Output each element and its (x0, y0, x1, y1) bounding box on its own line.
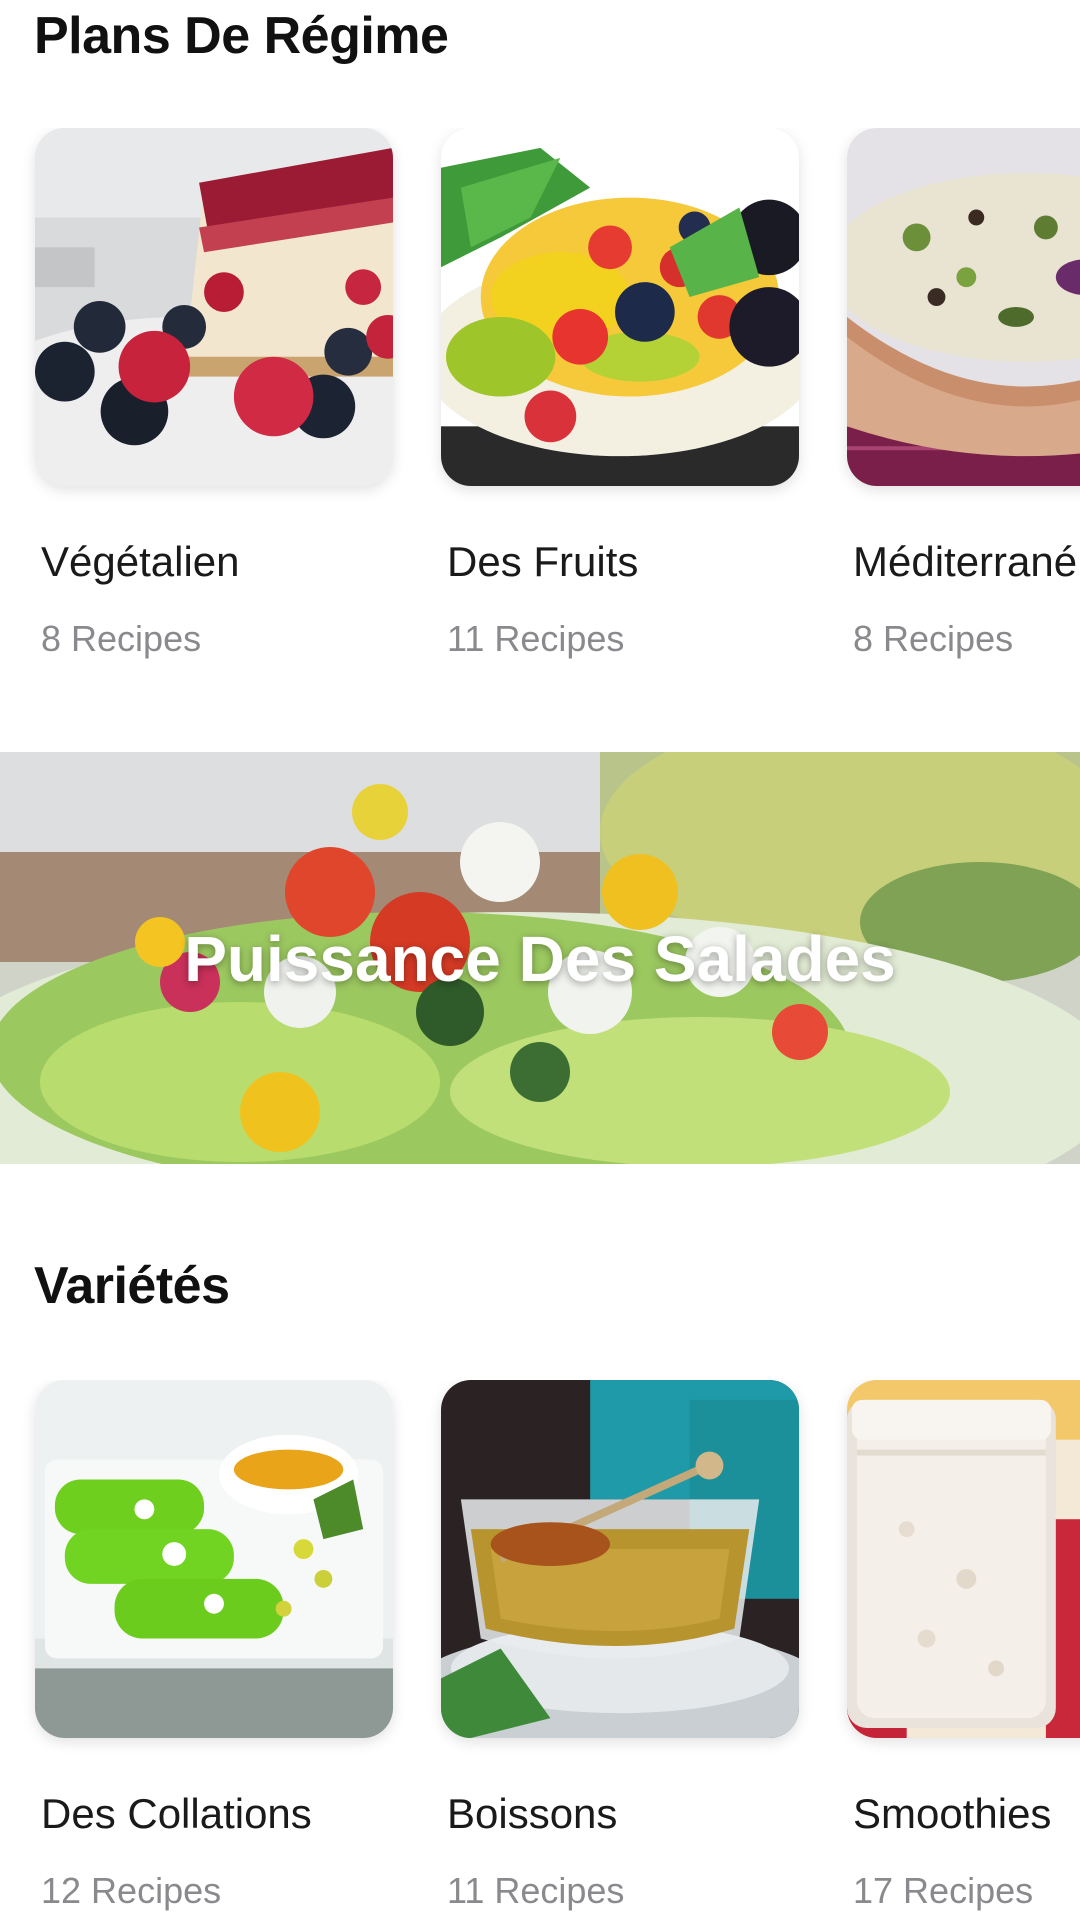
fruit-salad-photo (441, 128, 799, 486)
card-title: Des Fruits (447, 538, 639, 585)
green-crepes-photo (35, 1380, 393, 1738)
card-recipe-count: 8 Recipes (41, 618, 202, 659)
card-title: Végétalien (41, 538, 240, 585)
cheesecake-berries-photo (35, 128, 393, 486)
card-title: Des Collations (41, 1790, 312, 1837)
card-recipe-count: 17 Recipes (853, 1870, 1034, 1911)
smoothie-jar-photo (847, 1380, 1080, 1738)
card-recipe-count: 12 Recipes (41, 1870, 222, 1911)
diet-plans-carousel[interactable]: Végétalien 8 Recipes Des Fruits 11 Recip… (0, 128, 1080, 688)
varieties-title: Variétés (34, 1257, 230, 1315)
card-title: Boissons (447, 1790, 618, 1837)
varieties-carousel[interactable]: Des Collations 12 Recipes Boissons 11 Re… (0, 1380, 1080, 1912)
recipes-screen: Plans De Régime Végétalien 8 Recipes Des… (0, 0, 1080, 1912)
card-recipe-count: 11 Recipes (447, 618, 625, 659)
card-title: Smoothies (853, 1790, 1052, 1837)
card-title: Méditerrané (853, 538, 1078, 585)
salad-power-banner[interactable]: Puissance Des Salades (0, 752, 1080, 1164)
card-recipe-count: 8 Recipes (853, 618, 1014, 659)
grain-salad-bowl-photo (847, 128, 1080, 486)
banner-title: Puissance Des Salades (184, 923, 896, 995)
card-recipe-count: 11 Recipes (447, 1870, 625, 1911)
diet-plans-title: Plans De Régime (34, 7, 449, 65)
tea-cup-photo (441, 1380, 799, 1738)
